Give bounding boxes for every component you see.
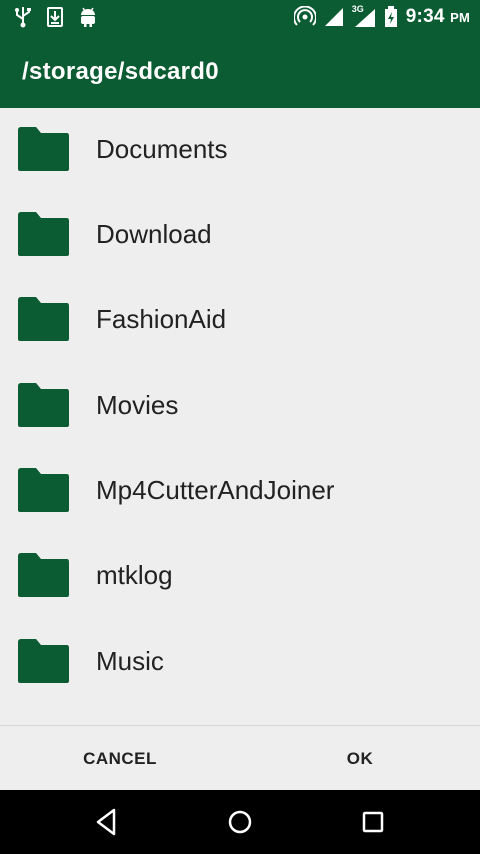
- folder-icon: [18, 297, 69, 341]
- signal-3g-icon: 3G: [351, 4, 376, 28]
- folder-name: Mp4CutterAndJoiner: [96, 475, 335, 505]
- folder-item-movies[interactable]: Movies: [0, 364, 480, 449]
- folder-icon: [18, 639, 69, 683]
- cancel-button[interactable]: CANCEL: [60, 726, 180, 791]
- folder-item-fashionaid[interactable]: FashionAid: [0, 278, 480, 363]
- back-icon[interactable]: [86, 804, 126, 840]
- folder-item-mtklog[interactable]: mtklog: [0, 534, 480, 619]
- folder-icon: [18, 553, 69, 597]
- folder-item-documents[interactable]: Documents: [0, 108, 480, 193]
- network-type-label: 3G: [351, 4, 364, 14]
- folder-item-mp4cutterandjoiner[interactable]: Mp4CutterAndJoiner: [0, 449, 480, 534]
- clock: 9:34 PM: [405, 6, 470, 27]
- folder-name: Music: [96, 646, 164, 676]
- usb-icon: [15, 7, 31, 28]
- folder-name: Documents: [96, 134, 228, 164]
- folder-item-download[interactable]: Download: [0, 193, 480, 278]
- battery-icon: [384, 6, 397, 27]
- ok-button[interactable]: OK: [320, 726, 400, 791]
- hotspot-icon: [293, 6, 316, 26]
- app-bar: /storage/sdcard0: [0, 38, 480, 108]
- folder-name: FashionAid: [96, 304, 227, 334]
- folder-name: Movies: [96, 390, 179, 420]
- folder-icon: [18, 127, 69, 171]
- folder-item-music[interactable]: Music: [0, 620, 480, 705]
- home-icon[interactable]: [220, 804, 260, 840]
- navigation-bar: [0, 790, 480, 854]
- android-icon: [81, 7, 95, 27]
- current-path-title: /storage/sdcard0: [22, 58, 219, 85]
- recents-icon[interactable]: [353, 804, 393, 840]
- folder-list[interactable]: Documents Download FashionAid Movies Mp4…: [0, 108, 480, 725]
- folder-name: Download: [96, 219, 212, 249]
- folder-icon: [18, 468, 69, 512]
- status-bar: 3G 9:34 PM: [0, 0, 480, 38]
- download-icon: [47, 7, 63, 27]
- signal-icon: [324, 8, 343, 26]
- folder-icon: [18, 212, 69, 256]
- dialog-actions: CANCEL OK: [0, 725, 480, 791]
- folder-icon: [18, 383, 69, 427]
- folder-name: mtklog: [96, 560, 173, 590]
